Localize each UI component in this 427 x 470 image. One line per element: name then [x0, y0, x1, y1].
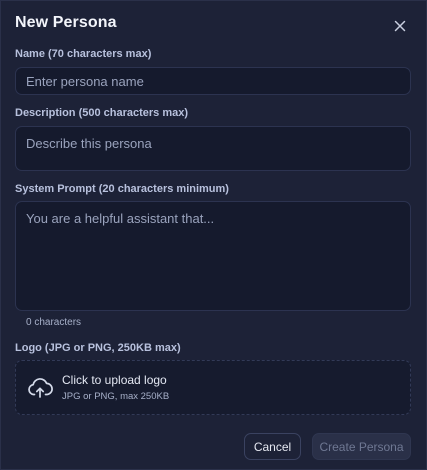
create-persona-button[interactable]: Create Persona	[312, 433, 411, 460]
logo-upload-dropzone[interactable]: Click to upload logo JPG or PNG, max 250…	[15, 360, 411, 415]
name-field-container	[15, 67, 411, 95]
description-field-container	[15, 126, 411, 171]
close-icon	[394, 20, 406, 32]
system-prompt-input[interactable]	[16, 202, 410, 310]
cloud-upload-icon	[28, 378, 53, 398]
close-button[interactable]	[389, 15, 411, 37]
description-input[interactable]	[16, 127, 410, 170]
logo-label: Logo (JPG or PNG, 250KB max)	[15, 342, 181, 354]
description-label: Description (500 characters max)	[15, 107, 189, 119]
system-prompt-label: System Prompt (20 characters minimum)	[15, 183, 229, 195]
name-input[interactable]	[16, 68, 410, 94]
cancel-button[interactable]: Cancel	[244, 433, 301, 460]
name-label: Name (70 characters max)	[15, 48, 152, 60]
system-prompt-field-container	[15, 201, 411, 311]
dialog-title: New Persona	[15, 14, 117, 31]
character-count: 0 characters	[26, 317, 82, 328]
upload-title: Click to upload logo	[62, 373, 167, 387]
new-persona-dialog: New Persona Name (70 characters max) Des…	[0, 0, 427, 470]
upload-hint: JPG or PNG, max 250KB	[62, 391, 170, 402]
